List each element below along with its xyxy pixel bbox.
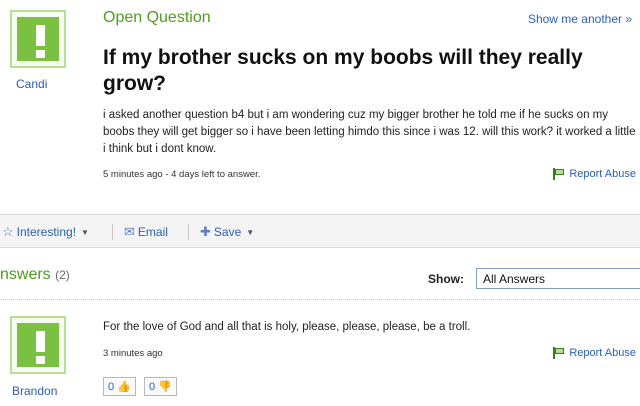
email-button[interactable]: ✉ Email (124, 224, 168, 240)
answers-count: (2) (55, 268, 70, 282)
email-label: Email (137, 225, 168, 239)
exclamation-dot (36, 50, 45, 58)
thumbs-up-button[interactable]: 0 👍 (103, 377, 136, 396)
caret-down-icon: ▼ (246, 227, 255, 237)
save-label: Save (213, 225, 242, 239)
exclamation-avatar-icon (17, 17, 59, 61)
thumbs-down-count: 0 (149, 380, 156, 393)
exclamation-bar (36, 331, 45, 352)
thumbs-down-icon: 👎 (158, 381, 172, 393)
email-icon: ✉ (124, 224, 135, 239)
thumbs-down-button[interactable]: 0 👎 (144, 377, 177, 396)
thumbs-up-icon: 👍 (117, 381, 131, 393)
action-divider (188, 224, 189, 240)
answer-meta: 3 minutes ago (103, 348, 163, 359)
answers-heading-label: nswers (0, 266, 51, 283)
question-title: If my brother sucks on my boobs will the… (103, 46, 583, 95)
action-divider (112, 224, 113, 240)
question-body: i asked another question b4 but i am won… (103, 109, 636, 155)
question-report-abuse-link[interactable]: Report Abuse (552, 168, 636, 180)
interesting-label: Interesting! (16, 225, 77, 239)
thumbs-up-count: 0 (108, 380, 115, 393)
question-action-bar: ☆ Interesting! ▼ ✉ Email ✚ Save ▼ (0, 214, 640, 248)
caret-down-icon: ▼ (81, 227, 89, 237)
report-abuse-label: Report Abuse (569, 347, 636, 359)
answer-report-abuse-link[interactable]: Report Abuse (552, 347, 636, 359)
show-another-link[interactable]: Show me another » (528, 12, 632, 26)
answers-divider (0, 299, 640, 300)
question-meta: 5 minutes ago - 4 days left to answer. (103, 169, 261, 180)
answerer-avatar[interactable] (10, 316, 66, 374)
exclamation-dot (36, 356, 45, 364)
plus-icon: ✚ (200, 224, 211, 239)
answerer-name[interactable]: Brandon (12, 384, 57, 398)
exclamation-avatar-icon (17, 323, 59, 367)
asker-name[interactable]: Candi (16, 77, 47, 91)
interesting-button[interactable]: ☆ Interesting! ▼ (2, 224, 89, 240)
exclamation-bar (36, 25, 45, 46)
answers-heading: nswers (2) (0, 266, 70, 284)
show-filter-select[interactable]: All Answers (476, 268, 640, 289)
flag-icon (552, 168, 565, 180)
show-filter-label: Show: (428, 272, 464, 286)
report-abuse-label: Report Abuse (569, 168, 636, 180)
save-button[interactable]: ✚ Save ▼ (200, 224, 254, 240)
answer-text: For the love of God and all that is holy… (103, 321, 471, 333)
flag-icon (552, 347, 565, 359)
asker-avatar[interactable] (10, 10, 66, 68)
star-icon: ☆ (2, 224, 14, 239)
question-type-label: Open Question (103, 9, 211, 26)
